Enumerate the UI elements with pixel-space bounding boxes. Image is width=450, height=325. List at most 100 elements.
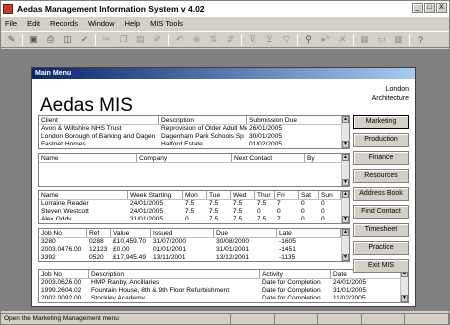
close-button[interactable]: X <box>436 3 447 13</box>
column-header[interactable]: Job No <box>39 229 87 237</box>
scroll-down-icon[interactable]: ▼ <box>342 141 349 148</box>
column-header[interactable]: Name <box>39 191 128 199</box>
scroll-down-icon[interactable]: ▼ <box>342 254 349 261</box>
vertical-scrollbar[interactable]: ▲ ▼ <box>341 154 349 186</box>
production-button[interactable]: Production <box>353 133 409 147</box>
copy-icon[interactable]: ❐ <box>117 33 130 46</box>
sort-ascending-icon[interactable]: ⇅ <box>207 33 220 46</box>
column-header[interactable]: Due <box>214 229 277 237</box>
project-activities-grid[interactable]: Job No Description Activity Date 2003.06… <box>38 269 409 303</box>
undo-icon[interactable]: ↶ <box>173 33 186 46</box>
database-window-icon[interactable]: ▭ <box>375 33 388 46</box>
format-painter-icon[interactable]: ✐ <box>151 33 164 46</box>
properties-icon[interactable]: ▦ <box>358 33 371 46</box>
hyperlink-icon[interactable]: ⊕ <box>190 33 203 46</box>
column-header[interactable]: Mon <box>183 191 207 199</box>
filter-by-selection-icon[interactable]: ⊽ <box>246 33 259 46</box>
scroll-up-icon[interactable]: ▲ <box>342 229 349 236</box>
column-header[interactable]: Job No <box>39 270 89 278</box>
menu-records[interactable]: Records <box>50 19 78 28</box>
table-row[interactable]: Lorraine Reader 24/01/2005 7.5 7.5 7.5 7… <box>39 200 349 208</box>
finance-button[interactable]: Finance <box>353 151 409 165</box>
scroll-up-icon[interactable]: ▲ <box>342 191 349 198</box>
scroll-up-icon[interactable]: ▲ <box>342 154 349 161</box>
vertical-scrollbar[interactable]: ▲ ▼ <box>341 229 349 261</box>
submissions-grid[interactable]: Client Description Submission Due Avon &… <box>38 115 350 149</box>
column-header[interactable]: Sun <box>319 191 341 199</box>
menu-file[interactable]: File <box>5 19 17 28</box>
filter-by-form-icon[interactable]: ⊻ <box>263 33 276 46</box>
menu-mis-tools[interactable]: MIS Tools <box>150 19 183 28</box>
table-row[interactable]: 2002.0092.00 Stockley Academy Date for C… <box>39 295 408 303</box>
column-header[interactable]: Tue <box>207 191 231 199</box>
table-row[interactable]: Alex Oddy 31/01/2005 0 7.5 7.5 7.5 7 0 0 <box>39 216 349 224</box>
apply-filter-icon[interactable]: ▽ <box>280 33 293 46</box>
scroll-down-icon[interactable]: ▼ <box>401 295 408 302</box>
column-header[interactable]: Activity <box>260 270 331 278</box>
column-header[interactable]: Thur <box>255 191 275 199</box>
new-record-icon[interactable]: ▸* <box>319 33 332 46</box>
scroll-up-icon[interactable]: ▲ <box>342 116 349 123</box>
menu-window[interactable]: Window <box>88 19 115 28</box>
column-header[interactable]: Ref <box>87 229 111 237</box>
next-contact-grid[interactable]: Name Company Next Contact By ▲ ▼ <box>38 153 350 187</box>
paste-icon[interactable]: ▤ <box>134 33 147 46</box>
design-view-icon[interactable]: ✎ <box>5 33 18 46</box>
help-icon[interactable]: ? <box>414 33 427 46</box>
timesheet-button[interactable]: Timesheet <box>353 223 409 237</box>
table-row[interactable]: 1999.2604.02 Fountain House, 8th & 9th F… <box>39 287 408 295</box>
late-jobs-grid[interactable]: Job No Ref Value Issued Due Late 3280 02… <box>38 228 350 262</box>
table-row[interactable]: 3280 0288 £10,459.70 31/07/2000 30/08/20… <box>39 238 349 246</box>
table-row[interactable]: 2003.0626.00 HMP Ranby, Ancillaries Date… <box>39 279 408 287</box>
find-icon[interactable]: ⚲ <box>302 33 315 46</box>
column-header[interactable]: Client <box>39 116 159 124</box>
column-header[interactable]: Wed <box>231 191 255 199</box>
column-header[interactable]: Company <box>137 154 232 162</box>
column-header[interactable]: Issued <box>151 229 214 237</box>
minimize-button[interactable]: _ <box>412 3 423 13</box>
title-bar[interactable]: Aedas Management Information System v 4.… <box>1 1 449 17</box>
resources-button[interactable]: Resources <box>353 169 409 183</box>
status-panel <box>231 314 275 324</box>
marketing-button[interactable]: Marketing <box>353 115 409 129</box>
maximize-button[interactable]: □ <box>424 3 435 13</box>
menu-edit[interactable]: Edit <box>27 19 40 28</box>
table-row[interactable]: Fastnet Homes Halford Estate 01/02/2005 <box>39 141 349 149</box>
table-row[interactable]: Steven Westcott 24/01/2005 7.5 7.5 7.5 0… <box>39 208 349 216</box>
sort-descending-icon[interactable]: ⇵ <box>224 33 237 46</box>
column-header[interactable]: Name <box>39 154 137 162</box>
address-book-button[interactable]: Address Book <box>353 187 409 201</box>
column-header[interactable]: Description <box>89 270 260 278</box>
column-header[interactable]: Late <box>277 229 341 237</box>
table-row[interactable]: London Borough of Barking and Dagen Dage… <box>39 133 349 141</box>
column-header[interactable]: Description <box>159 116 247 124</box>
table-row[interactable]: 2003.0476.00 12123 £0.00 01/01/2001 31/0… <box>39 246 349 254</box>
column-header[interactable]: Sat <box>299 191 319 199</box>
table-row[interactable]: Avon & Wiltshire NHS Trust Reprovision o… <box>39 125 349 133</box>
new-object-icon[interactable]: ▩ <box>392 33 405 46</box>
delete-record-icon[interactable]: ✕ <box>336 33 349 46</box>
column-header[interactable]: Value <box>111 229 151 237</box>
vertical-scrollbar[interactable]: ▲ ▼ <box>400 270 408 302</box>
column-header[interactable]: Week Starting <box>128 191 183 199</box>
save-icon[interactable]: ▣ <box>27 33 40 46</box>
scroll-down-icon[interactable]: ▼ <box>342 216 349 223</box>
column-header[interactable]: Submission Due <box>247 116 342 124</box>
column-header[interactable]: Fri <box>275 191 299 199</box>
menu-help[interactable]: Help <box>125 19 140 28</box>
find-contact-button[interactable]: Find Contact <box>353 205 409 219</box>
column-header[interactable]: By <box>305 154 343 162</box>
spelling-icon[interactable]: ✓ <box>78 33 91 46</box>
print-preview-icon[interactable]: ◫ <box>61 33 74 46</box>
print-icon[interactable]: ⎙ <box>44 33 57 46</box>
timesheets-grid[interactable]: Name Week Starting Mon Tue Wed Thur Fri … <box>38 190 350 224</box>
cut-icon[interactable]: ✂ <box>100 33 113 46</box>
practice-button[interactable]: Practice <box>353 241 409 255</box>
vertical-scrollbar[interactable]: ▲ ▼ <box>341 191 349 223</box>
exit-mis-button[interactable]: Exit MIS <box>353 259 409 273</box>
vertical-scrollbar[interactable]: ▲ ▼ <box>341 116 349 148</box>
main-menu-title[interactable]: Main Menu <box>32 68 415 79</box>
column-header[interactable]: Next Contact <box>232 154 305 162</box>
scroll-down-icon[interactable]: ▼ <box>342 179 349 186</box>
table-row[interactable]: 3392 0520 £17,945.49 13/11/2001 13/12/20… <box>39 254 349 262</box>
